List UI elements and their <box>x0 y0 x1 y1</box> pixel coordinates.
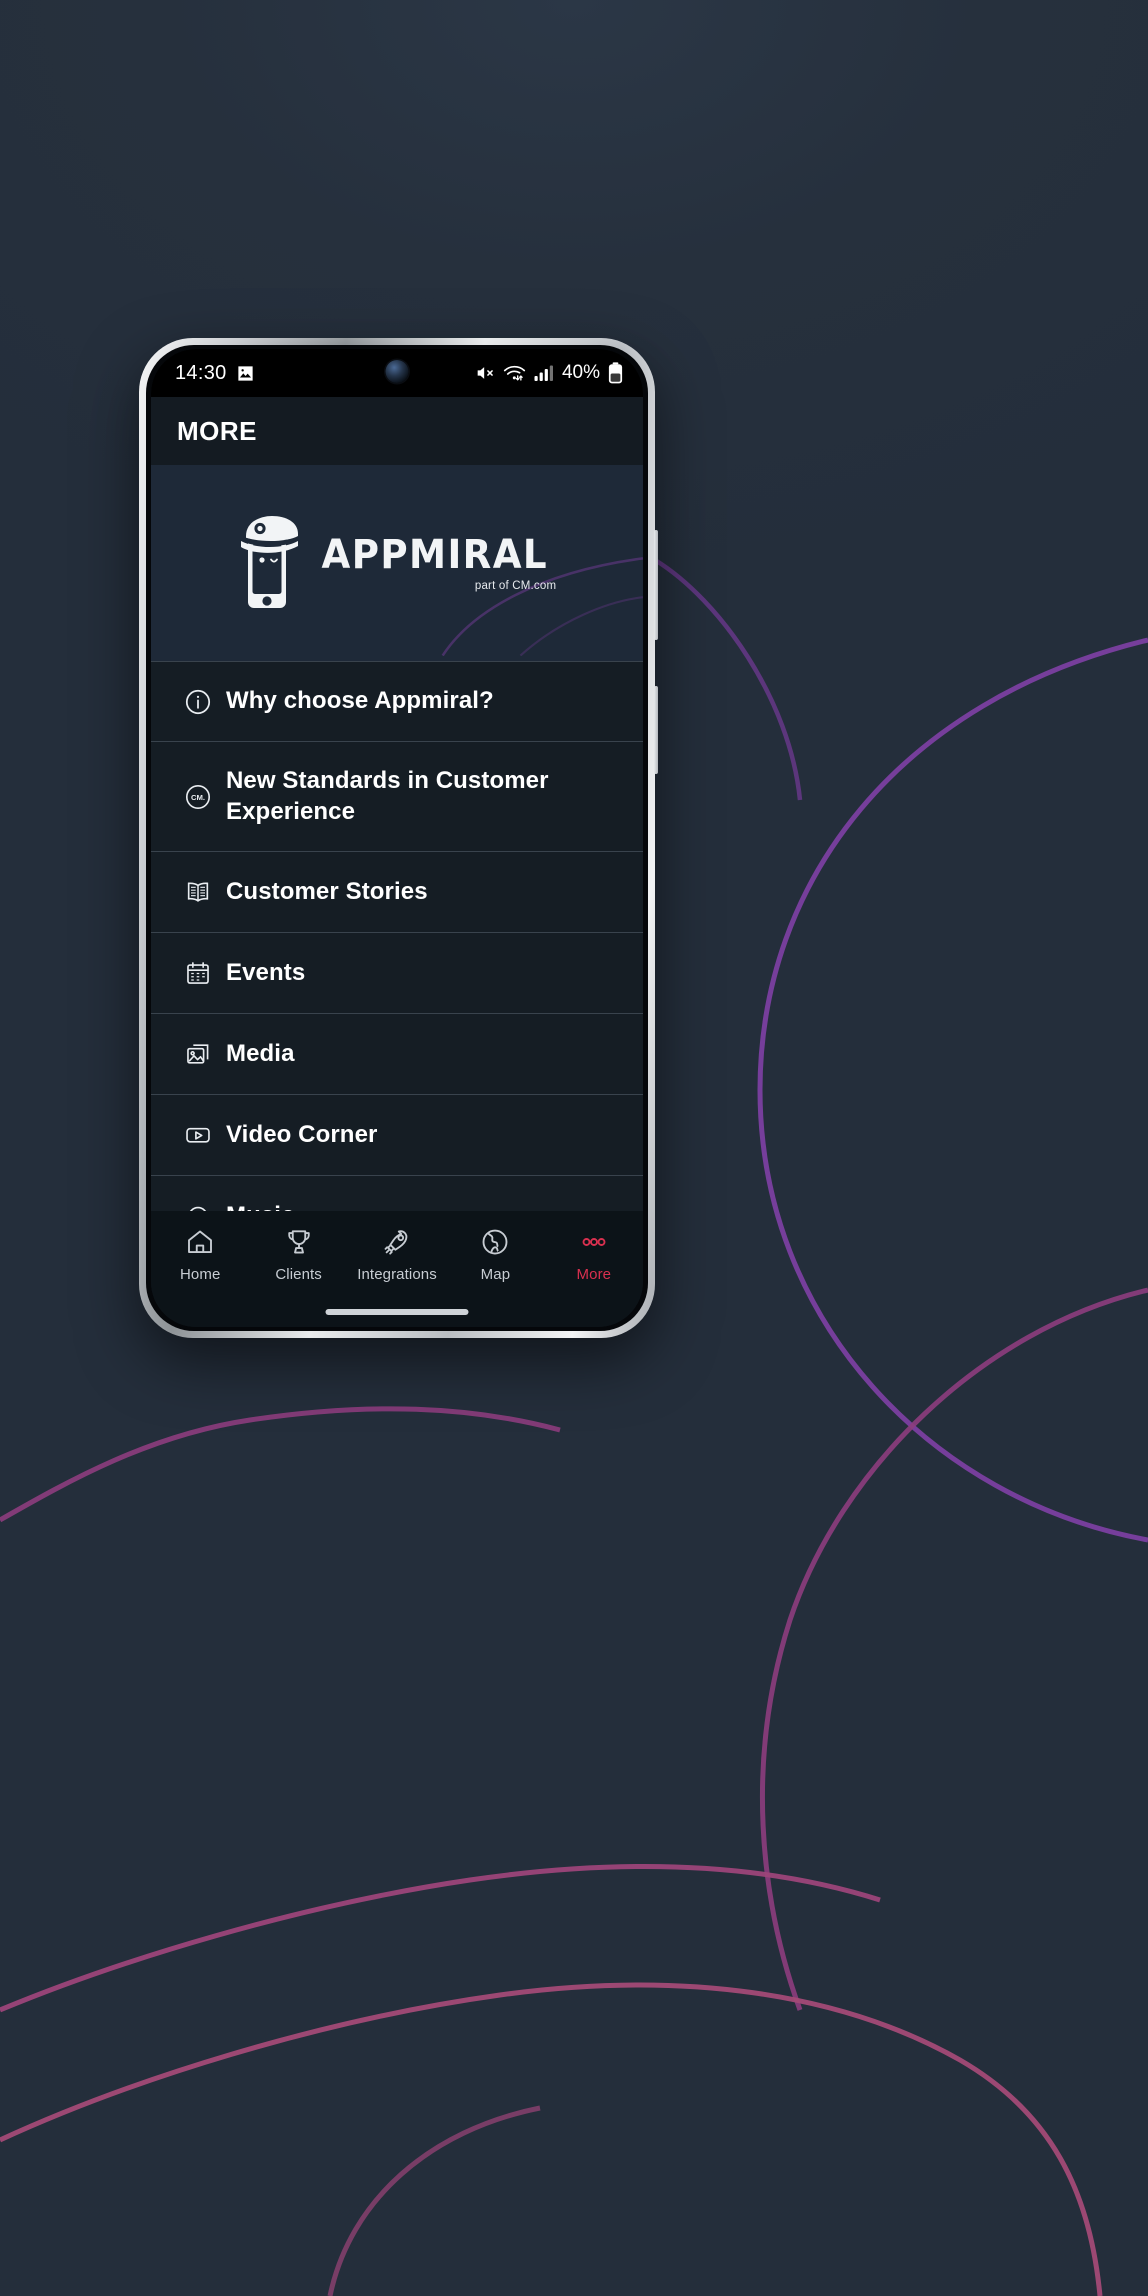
appmiral-wordmark: APPMIRAL part of CM.com <box>313 535 557 592</box>
wifi-icon <box>503 363 526 383</box>
photos-icon <box>170 1040 226 1068</box>
menu-item-label: Events <box>226 958 306 986</box>
app-header: MORE <box>151 397 643 465</box>
menu-item-new-standards-in-customer-experience[interactable]: CM. New Standards in Customer Experience <box>151 742 643 852</box>
nav-item-clients[interactable]: Clients <box>249 1227 347 1283</box>
headphones-icon <box>170 1202 226 1211</box>
volume-button[interactable] <box>654 530 658 640</box>
nav-item-label: More <box>576 1266 612 1283</box>
battery-icon <box>608 362 623 384</box>
phone-device: 14:30 40% MORE APPMIRAL part of CM.com W… <box>139 338 658 1338</box>
page-title: MORE <box>177 415 257 446</box>
menu-item-music[interactable]: Music <box>151 1176 643 1211</box>
three-dots-icon <box>579 1227 609 1257</box>
more-menu-list: Why choose Appmiral? CM. New Standards i… <box>151 661 643 1211</box>
menu-item-label: Video Corner <box>226 1120 378 1148</box>
open-book-icon <box>170 878 226 906</box>
image-icon <box>236 364 255 383</box>
menu-item-label: Media <box>226 1039 295 1067</box>
signal-icon <box>534 364 554 382</box>
info-circle-icon <box>170 688 226 716</box>
phone-bezel: 14:30 40% MORE APPMIRAL part of CM.com W… <box>146 345 648 1331</box>
logo-banner: APPMIRAL part of CM.com <box>151 465 643 661</box>
home-indicator[interactable] <box>325 1309 469 1315</box>
calendar-icon <box>170 959 226 987</box>
status-bar: 14:30 40% <box>151 349 643 397</box>
cm-circle-icon: CM. <box>170 783 226 811</box>
nav-item-more[interactable]: More <box>545 1227 643 1283</box>
status-bar-right: 40% <box>475 362 623 384</box>
status-time: 14:30 <box>175 361 227 384</box>
nav-item-integrations[interactable]: Integrations <box>348 1227 446 1283</box>
nav-item-label: Map <box>480 1266 511 1283</box>
menu-item-label: New Standards in Customer Experience <box>226 766 549 825</box>
menu-item-label: Music <box>226 1201 317 1211</box>
front-camera <box>385 360 409 383</box>
battery-percent: 40% <box>561 362 600 383</box>
nav-item-label: Home <box>179 1266 221 1283</box>
svg-text:CM.: CM. <box>191 793 205 802</box>
house-icon <box>185 1227 215 1257</box>
phone-screen: 14:30 40% MORE APPMIRAL part of CM.com W… <box>151 349 643 1327</box>
menu-item-customer-stories[interactable]: Customer Stories <box>151 852 643 933</box>
nav-item-home[interactable]: Home <box>151 1227 249 1283</box>
menu-item-why-choose-appmiral[interactable]: Why choose Appmiral? <box>151 661 643 742</box>
mute-icon <box>475 363 495 383</box>
menu-item-media[interactable]: Media <box>151 1014 643 1095</box>
menu-item-events[interactable]: Events <box>151 933 643 1014</box>
menu-item-label: Why choose Appmiral? <box>226 687 494 715</box>
appmiral-logo: APPMIRAL part of CM.com <box>238 516 557 610</box>
nav-item-label: Clients <box>275 1266 322 1283</box>
trophy-icon <box>284 1227 314 1257</box>
menu-item-video-corner[interactable]: Video Corner <box>151 1095 643 1176</box>
logo-word: APPMIRAL <box>321 531 548 578</box>
nav-item-map[interactable]: Map <box>446 1227 544 1283</box>
globe-icon <box>480 1227 510 1257</box>
nav-item-label: Integrations <box>357 1266 437 1283</box>
menu-item-label: Customer Stories <box>226 877 428 905</box>
video-play-icon <box>170 1121 226 1149</box>
status-bar-left: 14:30 <box>175 362 255 385</box>
power-button[interactable] <box>654 686 658 774</box>
appmiral-captain-phone-icon <box>238 516 300 610</box>
logo-subtitle: part of CM.com <box>474 579 557 592</box>
rocket-icon <box>382 1227 412 1257</box>
